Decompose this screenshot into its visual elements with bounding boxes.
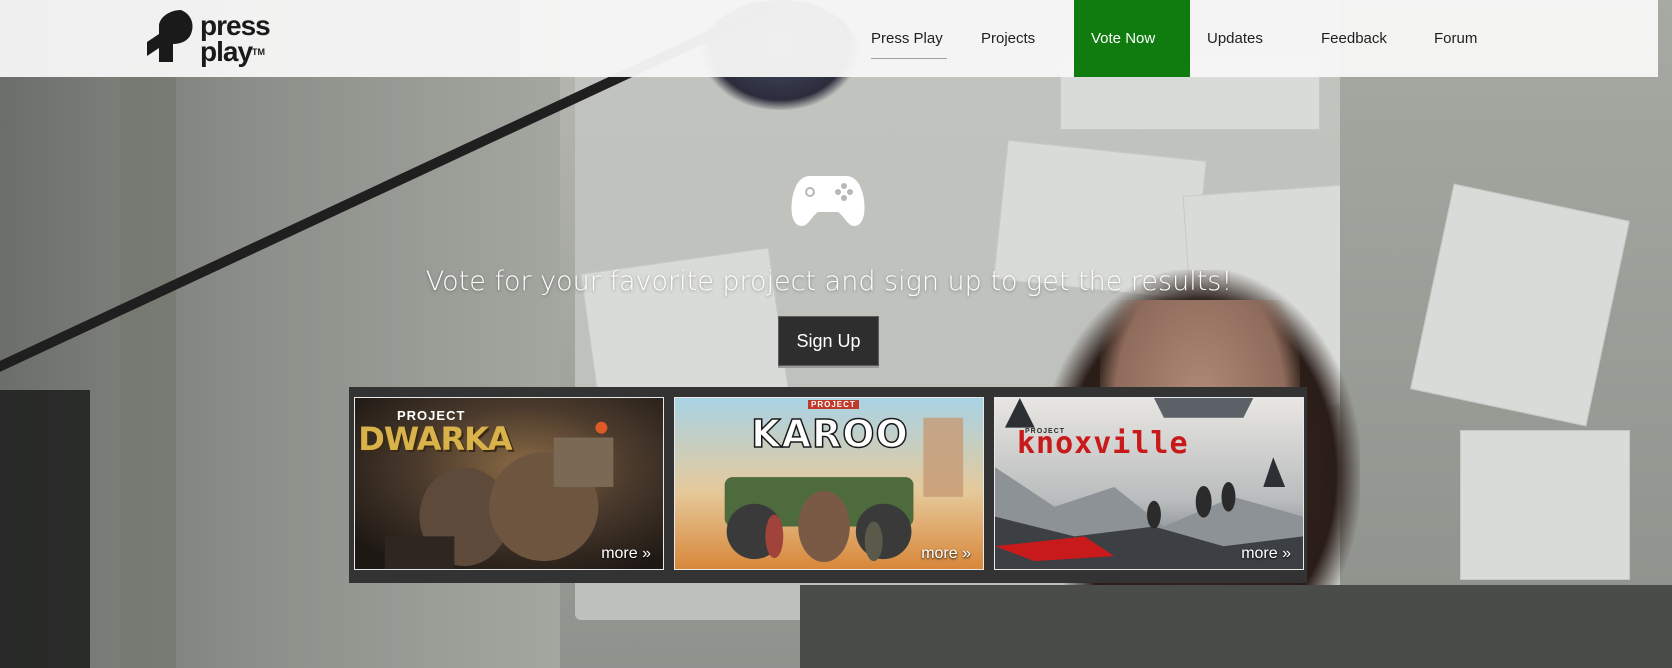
knoxville-more-link[interactable]: more » [1241, 545, 1291, 563]
hero-tagline: Vote for your favorite project and sign … [425, 266, 1233, 297]
sign-up-button[interactable]: Sign Up [778, 316, 879, 366]
nav-item-feedback[interactable]: Feedback [1304, 0, 1417, 77]
nav-item-vote-now[interactable]: Vote Now [1074, 0, 1190, 77]
project-card-knoxville[interactable]: PROJECT knoxville more » [994, 397, 1304, 570]
gamepad-icon [791, 176, 865, 226]
logo-line-2: playTM [200, 36, 270, 67]
site-header: press playTM Press Play Projects Vote No… [0, 0, 1658, 77]
nav-item-forum[interactable]: Forum [1417, 0, 1515, 77]
project-card-dwarka[interactable]: PROJECT DWARKA more » [354, 397, 664, 570]
press-play-logo-icon [147, 10, 193, 62]
project-card-strip: PROJECT DWARKA more » PROJECT KAROO more… [349, 387, 1307, 583]
background-cable [0, 390, 90, 668]
nav-item-updates[interactable]: Updates [1190, 0, 1304, 77]
dwarka-title: DWARKA [358, 420, 512, 458]
background-pillar [120, 60, 176, 668]
project-card-karoo[interactable]: PROJECT KAROO more » [674, 397, 984, 570]
background-paper [1460, 430, 1630, 580]
main-nav: Press Play Projects Vote Now Updates Fee… [854, 0, 1515, 77]
dwarka-more-link[interactable]: more » [601, 545, 651, 563]
nav-item-projects[interactable]: Projects [964, 0, 1074, 77]
background-monitor [800, 585, 1672, 668]
karoo-title: KAROO [750, 411, 909, 457]
logo-wordmark: press playTM [200, 12, 271, 67]
press-play-logo[interactable]: press playTM [145, 8, 285, 68]
karoo-more-link[interactable]: more » [921, 545, 971, 563]
knoxville-title: knoxville [1017, 426, 1189, 461]
trademark: TM [252, 47, 266, 57]
karoo-prefix: PROJECT [808, 400, 859, 409]
nav-item-press-play[interactable]: Press Play [854, 0, 964, 77]
logo-line-2-text: play [200, 36, 253, 67]
knoxville-artwork [995, 398, 1303, 569]
